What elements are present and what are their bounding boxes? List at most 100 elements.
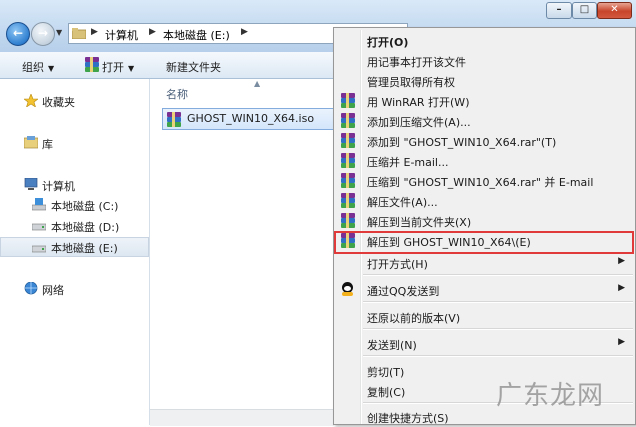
open-button[interactable]: 打开 ▼ [102, 59, 134, 75]
drive-icon [32, 223, 46, 231]
menu-item-label: 解压到 GHOST_WIN10_X64\(E) [367, 236, 531, 249]
winrar-icon [341, 93, 355, 108]
menu-separator [363, 355, 633, 357]
menu-item-open-with[interactable]: 打开方式(H) ▶ [336, 253, 633, 273]
menu-item-label: 解压到当前文件夹(X) [367, 216, 472, 229]
navigation-pane: 收藏夹 库 计算机 本地磁盘 (C:) 本地磁盘 (D:) 本地磁盘 (E:) … [0, 79, 150, 425]
winrar-icon [85, 57, 99, 73]
sidebar-item-drive-d[interactable]: 本地磁盘 (D:) [0, 216, 149, 236]
sidebar-item-drive-e[interactable]: 本地磁盘 (E:) [0, 237, 149, 257]
sidebar-item-label: 本地磁盘 (D:) [51, 221, 120, 234]
menu-item-open-notepad[interactable]: 用记事本打开该文件 [336, 51, 633, 71]
menu-item-add-to-rar[interactable]: 添加到 "GHOST_WIN10_X64.rar"(T) [336, 131, 633, 151]
menu-item-take-ownership[interactable]: 管理员取得所有权 [336, 71, 633, 91]
submenu-arrow-icon: ▶ [618, 256, 625, 266]
sidebar-item-libraries[interactable]: 库 [0, 133, 149, 153]
horizontal-scrollbar[interactable] [150, 409, 334, 426]
context-menu: 打开(O) 用记事本打开该文件 管理员取得所有权 用 WinRAR 打开(W) … [333, 27, 636, 425]
new-folder-button[interactable]: 新建文件夹 [166, 59, 221, 75]
menu-item-label: 发送到(N) [367, 339, 417, 352]
sidebar-item-label: 本地磁盘 (E:) [51, 242, 118, 255]
chevron-down-icon: ▼ [48, 64, 55, 73]
menu-item-open[interactable]: 打开(O) [336, 31, 633, 51]
menu-item-extract-here[interactable]: 解压到当前文件夹(X) [336, 211, 633, 231]
winrar-icon [341, 213, 355, 228]
minimize-button[interactable]: – [546, 2, 572, 19]
organize-button[interactable]: 组织 ▼ [22, 59, 54, 75]
menu-item-label: 用记事本打开该文件 [367, 56, 466, 69]
close-button[interactable]: ✕ [597, 2, 632, 19]
window-controls: – □ ✕ [546, 2, 632, 20]
breadcrumb-computer[interactable]: 计算机 [105, 27, 138, 43]
winrar-icon [341, 153, 355, 168]
menu-item-label: 创建快捷方式(S) [367, 412, 449, 425]
menu-item-label: 还原以前的版本(V) [367, 312, 461, 325]
winrar-icon [341, 133, 355, 148]
menu-item-label: 压缩并 E-mail... [367, 156, 449, 169]
submenu-arrow-icon: ▶ [618, 337, 625, 347]
forward-arrow-icon: → [37, 26, 49, 40]
menu-item-label: 打开(O) [367, 36, 409, 49]
computer-icon [24, 178, 38, 190]
maximize-icon: □ [579, 4, 590, 15]
sidebar-item-label: 计算机 [42, 180, 75, 193]
winrar-archive-icon [167, 112, 181, 127]
menu-item-extract-files[interactable]: 解压文件(A)... [336, 191, 633, 211]
star-icon [24, 94, 38, 107]
menu-item-label: 添加到压缩文件(A)... [367, 116, 471, 129]
submenu-arrow-icon: ▶ [618, 283, 625, 293]
forward-button[interactable]: → [31, 22, 55, 46]
menu-item-label: 解压文件(A)... [367, 196, 438, 209]
menu-item-label: 复制(C) [367, 386, 406, 399]
sidebar-item-label: 收藏夹 [42, 96, 75, 109]
chevron-down-icon: ▼ [128, 64, 135, 73]
sidebar-item-network[interactable]: 网络 [0, 279, 149, 299]
sidebar-item-label: 网络 [42, 284, 64, 297]
menu-item-extract-to-folder[interactable]: 解压到 GHOST_WIN10_X64\(E) [334, 231, 634, 254]
menu-item-compress-to-rar-email[interactable]: 压缩到 "GHOST_WIN10_X64.rar" 并 E-mail [336, 171, 633, 191]
menu-item-label: 压缩到 "GHOST_WIN10_X64.rar" 并 E-mail [367, 176, 594, 189]
menu-separator [363, 301, 633, 303]
minimize-icon: – [556, 4, 562, 15]
qq-icon [341, 282, 355, 297]
winrar-icon [341, 193, 355, 208]
drive-icon [32, 245, 46, 253]
maximize-button[interactable]: □ [572, 2, 597, 19]
breadcrumb-separator-icon[interactable]: ▶ [149, 27, 156, 37]
winrar-icon [341, 173, 355, 188]
menu-item-label: 打开方式(H) [367, 258, 428, 271]
menu-item-open-winrar[interactable]: 用 WinRAR 打开(W) [336, 91, 633, 111]
menu-item-label: 用 WinRAR 打开(W) [367, 96, 470, 109]
close-icon: ✕ [610, 4, 619, 15]
breadcrumb-separator-icon[interactable]: ▶ [91, 27, 98, 37]
menu-item-add-archive[interactable]: 添加到压缩文件(A)... [336, 111, 633, 131]
sidebar-item-computer[interactable]: 计算机 [0, 175, 149, 195]
menu-item-label: 剪切(T) [367, 366, 405, 379]
menu-item-label: 管理员取得所有权 [367, 76, 455, 89]
sidebar-item-drive-c[interactable]: 本地磁盘 (C:) [0, 195, 149, 215]
library-icon [24, 136, 38, 149]
winrar-icon [341, 113, 355, 128]
menu-item-restore-versions[interactable]: 还原以前的版本(V) [336, 307, 633, 327]
menu-item-send-via-qq[interactable]: 通过QQ发送到 ▶ [336, 280, 633, 300]
menu-item-send-to[interactable]: 发送到(N) ▶ [336, 334, 633, 354]
sort-ascending-icon: ▲ [254, 79, 261, 88]
sidebar-item-label: 本地磁盘 (C:) [51, 200, 119, 213]
menu-separator [363, 328, 633, 330]
system-drive-icon [32, 198, 46, 211]
back-button[interactable]: ← [6, 22, 30, 46]
menu-item-label: 添加到 "GHOST_WIN10_X64.rar"(T) [367, 136, 557, 149]
file-item-ghost-iso[interactable]: GHOST_WIN10_X64.iso [162, 108, 334, 130]
watermark: 广东龙网 [496, 381, 605, 411]
recent-pages-dropdown-icon[interactable]: ▼ [56, 28, 62, 37]
back-arrow-icon: ← [12, 26, 24, 40]
menu-separator [363, 274, 633, 276]
menu-item-compress-email[interactable]: 压缩并 E-mail... [336, 151, 633, 171]
network-icon [24, 282, 38, 295]
folder-icon [72, 28, 86, 39]
sidebar-item-favorites[interactable]: 收藏夹 [0, 91, 149, 111]
column-header-name[interactable]: 名称 [166, 86, 188, 102]
breadcrumb-separator-icon[interactable]: ▶ [241, 27, 248, 37]
breadcrumb-drive-e[interactable]: 本地磁盘 (E:) [163, 27, 230, 43]
menu-item-label: 通过QQ发送到 [367, 285, 440, 298]
